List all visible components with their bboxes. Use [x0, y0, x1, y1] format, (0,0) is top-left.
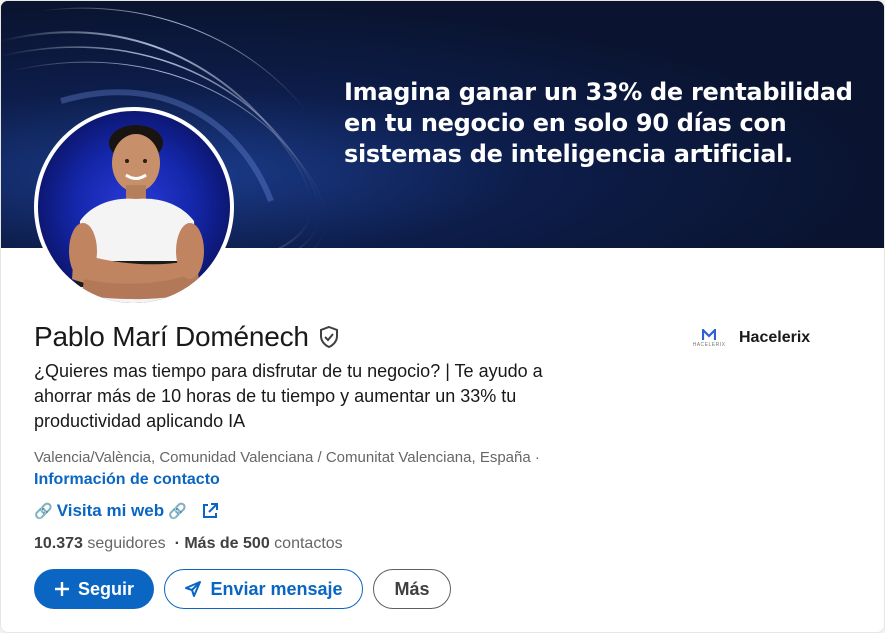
follow-label: Seguir: [77, 578, 134, 599]
more-label: Más: [394, 578, 430, 599]
connections-label[interactable]: contactos: [274, 535, 342, 552]
name-row: Pablo Marí Doménech: [34, 321, 341, 353]
followers-label[interactable]: seguidores: [87, 535, 165, 552]
avatar: [38, 111, 230, 303]
company-logo-wordmark: HACELERIX: [692, 341, 726, 348]
profile-name: Pablo Marí Doménech: [34, 321, 309, 352]
connections-count[interactable]: · Más de 500: [175, 535, 270, 552]
link-icon: 🔗: [168, 503, 187, 520]
external-link-icon: [201, 502, 219, 520]
current-company[interactable]: HACELERIX Hacelerix: [691, 326, 810, 350]
followers-count[interactable]: 10.373: [34, 535, 83, 552]
banner-headline: Imagina ganar un 33% de rentabilidad en …: [344, 78, 853, 168]
send-icon: [185, 581, 202, 597]
send-message-button[interactable]: Enviar mensaje: [164, 569, 363, 609]
more-button[interactable]: Más: [373, 569, 451, 609]
website-label: Visita mi web: [56, 501, 165, 520]
company-name: Hacelerix: [739, 329, 811, 346]
follow-button[interactable]: Seguir: [34, 569, 154, 609]
plus-icon: [54, 582, 69, 596]
person-illustration: [69, 125, 204, 303]
company-logo: HACELERIX: [691, 326, 727, 350]
send-message-label: Enviar mensaje: [210, 578, 343, 599]
website-link[interactable]: 🔗 Visita mi web 🔗: [34, 501, 219, 521]
hacelerix-logo-icon: [702, 328, 716, 340]
profile-actions: Seguir Enviar mensaje Más: [34, 569, 451, 609]
profile-card: Imagina ganar un 33% de rentabilidad en …: [0, 0, 885, 633]
verified-shield-icon[interactable]: [317, 325, 341, 349]
profile-photo[interactable]: [34, 107, 234, 307]
profile-headline: ¿Quieres mas tiempo para disfrutar de tu…: [34, 361, 543, 431]
contact-info-link[interactable]: Información de contacto: [34, 471, 220, 489]
profile-stats: 10.373 seguidores · Más de 500 contactos: [34, 535, 343, 553]
profile-location: Valencia/València, Comunidad Valenciana …: [34, 449, 540, 466]
link-icon: 🔗: [34, 503, 53, 520]
